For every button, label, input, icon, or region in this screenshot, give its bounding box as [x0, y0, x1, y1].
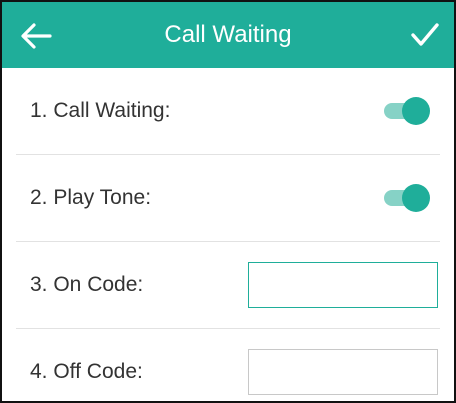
title-bar: Call Waiting — [2, 2, 454, 68]
setting-label: 2. Play Tone: — [30, 186, 152, 209]
toggle-knob — [402, 184, 430, 212]
setting-row-off-code: 4. Off Code: — [16, 329, 440, 401]
call-waiting-toggle[interactable] — [382, 97, 430, 125]
setting-label: 3. On Code: — [30, 273, 144, 296]
settings-list: 1. Call Waiting: 2. Play Tone: 3. On Cod… — [2, 68, 454, 401]
phone-screen: Call Waiting 1. Call Waiting: 2. Play To… — [0, 0, 456, 403]
setting-label: 1. Call Waiting: — [30, 99, 171, 122]
save-button[interactable] — [404, 14, 446, 56]
play-tone-toggle[interactable] — [382, 184, 430, 212]
toggle-knob — [402, 97, 430, 125]
setting-row-play-tone: 2. Play Tone: — [16, 155, 440, 242]
off-code-input[interactable] — [248, 349, 438, 395]
on-code-input[interactable] — [248, 262, 438, 308]
setting-label: 4. Off Code: — [30, 360, 143, 383]
page-title: Call Waiting — [164, 21, 292, 48]
setting-row-call-waiting: 1. Call Waiting: — [16, 68, 440, 155]
checkmark-icon — [411, 23, 439, 46]
setting-row-on-code: 3. On Code: — [16, 242, 440, 329]
